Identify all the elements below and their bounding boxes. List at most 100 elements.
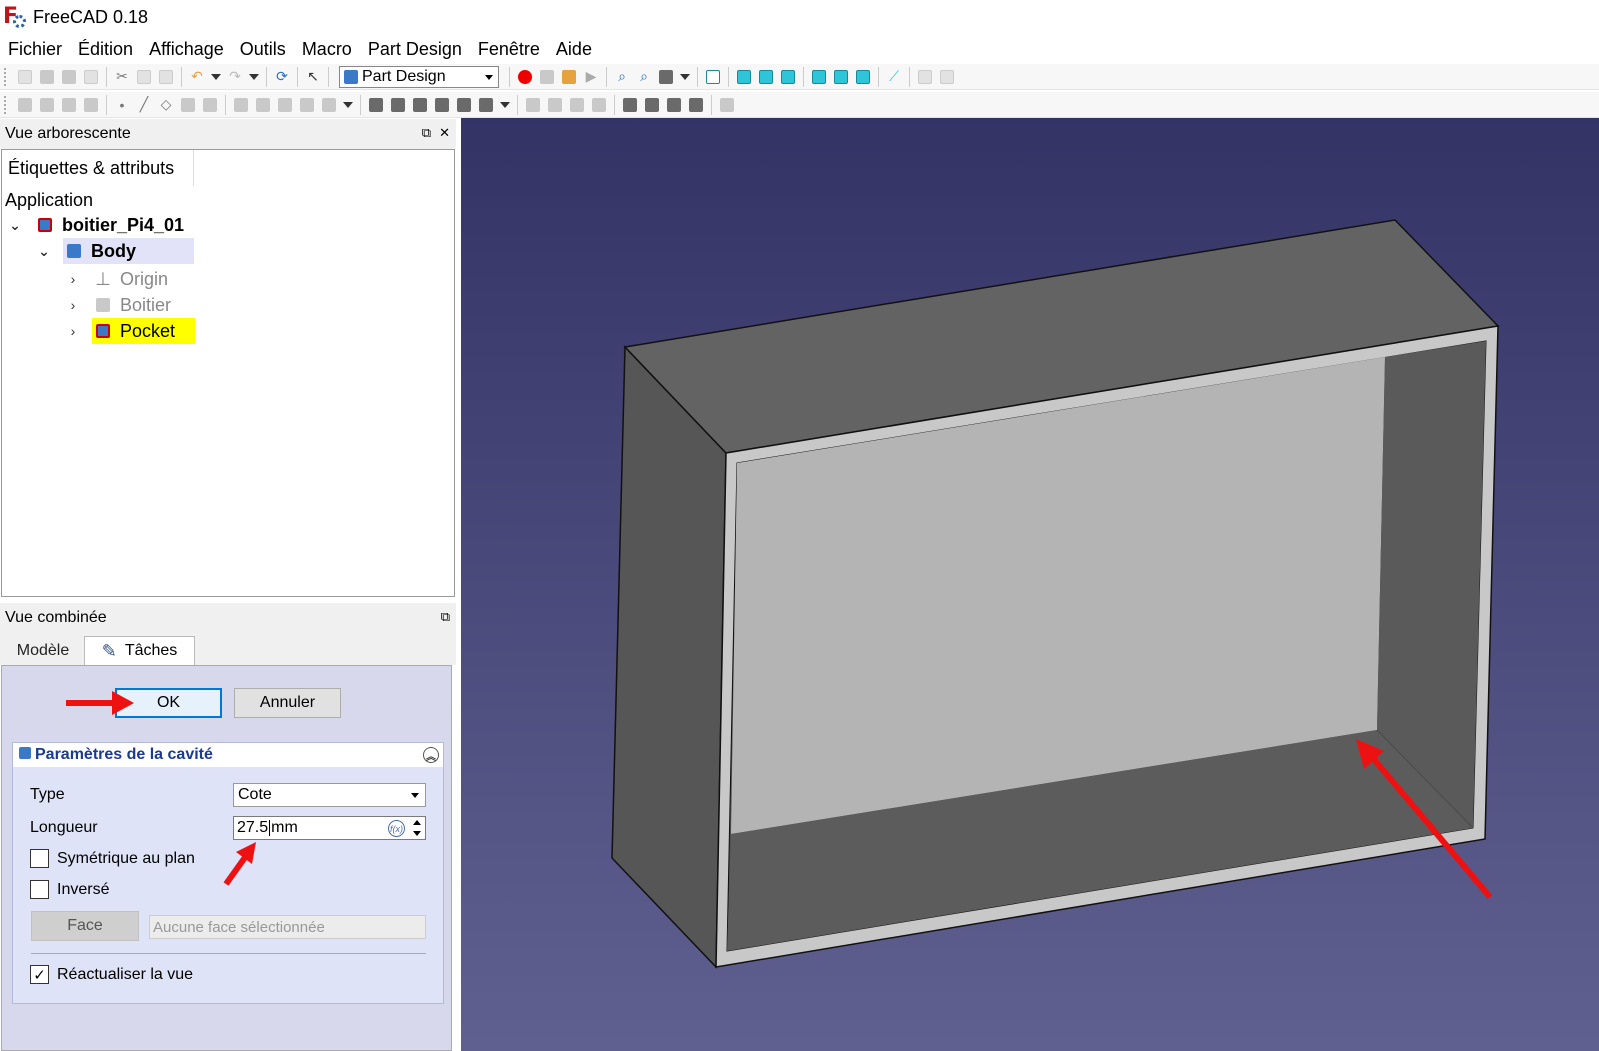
whats-this-icon[interactable]: ↖	[302, 66, 324, 88]
draft-icon[interactable]	[663, 94, 685, 116]
print-icon[interactable]	[80, 66, 102, 88]
mirrored-icon[interactable]	[522, 94, 544, 116]
chamfer-icon[interactable]	[641, 94, 663, 116]
tree-item-document[interactable]: ⌄ boitier_Pi4_01	[8, 212, 184, 238]
groove-icon[interactable]	[409, 94, 431, 116]
datum-line-icon[interactable]: ╱	[133, 94, 155, 116]
length-input[interactable]: 27.5 mm f(x)	[233, 816, 426, 840]
tab-tasks[interactable]: ✎ Tâches	[84, 636, 195, 665]
cancel-button[interactable]: Annuler	[234, 688, 341, 718]
create-part-icon[interactable]	[914, 66, 936, 88]
tree-item-origin[interactable]: › ⊥ Origin	[66, 266, 168, 292]
tab-model[interactable]: Modèle	[3, 636, 83, 665]
chevron-down-icon[interactable]: ⌄	[8, 217, 22, 234]
stepper-up-icon[interactable]	[413, 820, 421, 825]
redo-dropdown-icon[interactable]	[249, 73, 259, 80]
length-stepper[interactable]	[410, 818, 424, 838]
close-icon[interactable]: ✕	[439, 125, 450, 141]
stepper-down-icon[interactable]	[413, 831, 421, 836]
chevron-right-icon[interactable]: ›	[66, 271, 80, 287]
workbench-selector[interactable]: Part Design	[339, 65, 499, 88]
top-view-icon[interactable]	[755, 66, 777, 88]
linear-pattern-icon[interactable]	[544, 94, 566, 116]
pocket-icon[interactable]	[365, 94, 387, 116]
rear-view-icon[interactable]	[808, 66, 830, 88]
toolbar-grip[interactable]	[4, 67, 10, 86]
float-panel-icon[interactable]: ⧉	[441, 609, 450, 625]
draw-style-icon[interactable]	[655, 66, 677, 88]
float-panel-icon[interactable]: ⧉	[422, 125, 431, 141]
reversed-checkbox[interactable]: Inversé	[30, 880, 109, 899]
macro-edit-icon[interactable]	[558, 66, 580, 88]
chevron-right-icon[interactable]: ›	[66, 297, 80, 313]
copy-icon[interactable]	[133, 66, 155, 88]
menu-edition[interactable]: Édition	[70, 39, 141, 60]
menu-fichier[interactable]: Fichier	[0, 39, 70, 60]
additive-loft-icon[interactable]	[274, 94, 296, 116]
refresh-view-checkbox[interactable]: ✓ Réactualiser la vue	[30, 965, 193, 984]
face-button[interactable]: Face	[31, 911, 139, 941]
additive-primitive-dropdown-icon[interactable]	[343, 101, 353, 108]
fit-all-icon[interactable]: ⌕	[611, 66, 633, 88]
collapse-icon[interactable]: ︽	[423, 747, 439, 763]
revolution-icon[interactable]	[252, 94, 274, 116]
sub-shape-binder-icon[interactable]	[199, 94, 221, 116]
datum-plane-icon[interactable]: ◇	[155, 94, 177, 116]
draw-style-dropdown-icon[interactable]	[680, 73, 690, 80]
menu-outils[interactable]: Outils	[232, 39, 294, 60]
fit-selection-icon[interactable]: ⌕	[633, 66, 655, 88]
menu-fenetre[interactable]: Fenêtre	[470, 39, 548, 60]
multitransform-icon[interactable]	[588, 94, 610, 116]
menu-macro[interactable]: Macro	[294, 39, 360, 60]
fillet-icon[interactable]	[619, 94, 641, 116]
paste-icon[interactable]	[155, 66, 177, 88]
open-document-icon[interactable]	[36, 66, 58, 88]
subtractive-primitive-icon[interactable]	[475, 94, 497, 116]
pad-icon[interactable]	[230, 94, 252, 116]
chevron-right-icon[interactable]: ›	[66, 323, 80, 339]
subtractive-loft-icon[interactable]	[431, 94, 453, 116]
undo-icon[interactable]: ↶	[186, 66, 208, 88]
type-select[interactable]: Cote	[233, 783, 426, 807]
menu-part-design[interactable]: Part Design	[360, 39, 470, 60]
subtractive-pipe-icon[interactable]	[453, 94, 475, 116]
create-group-icon[interactable]	[936, 66, 958, 88]
create-body-icon[interactable]	[14, 94, 36, 116]
tree-item-pocket[interactable]: › Pocket	[66, 318, 196, 344]
toolbar-grip[interactable]	[4, 95, 10, 114]
new-document-icon[interactable]	[14, 66, 36, 88]
datum-point-icon[interactable]: •	[111, 94, 133, 116]
macro-run-icon[interactable]: ▶	[580, 66, 602, 88]
tree-item-body[interactable]: ⌄ Body	[37, 238, 194, 264]
3d-viewport[interactable]	[461, 118, 1599, 1051]
macro-stop-icon[interactable]	[536, 66, 558, 88]
group-header[interactable]: Paramètres de la cavité ︽	[13, 743, 443, 767]
validate-sketch-icon[interactable]	[58, 94, 80, 116]
bottom-view-icon[interactable]	[830, 66, 852, 88]
additive-primitive-icon[interactable]	[318, 94, 340, 116]
tree-item-boitier[interactable]: › Boitier	[66, 292, 171, 318]
isometric-view-icon[interactable]	[702, 66, 724, 88]
chevron-down-icon[interactable]: ⌄	[37, 243, 51, 260]
menu-aide[interactable]: Aide	[548, 39, 600, 60]
measure-distance-icon[interactable]: ⟋	[883, 66, 905, 88]
right-view-icon[interactable]	[777, 66, 799, 88]
expression-icon[interactable]: f(x)	[388, 820, 405, 837]
refresh-icon[interactable]: ⟳	[271, 66, 293, 88]
create-shape-binder-icon[interactable]	[80, 94, 102, 116]
tree-column-header[interactable]: Étiquettes & attributs	[2, 150, 194, 186]
undo-dropdown-icon[interactable]	[211, 73, 221, 80]
thickness-icon[interactable]	[685, 94, 707, 116]
save-icon[interactable]	[58, 66, 80, 88]
additive-pipe-icon[interactable]	[296, 94, 318, 116]
boolean-icon[interactable]	[716, 94, 738, 116]
left-view-icon[interactable]	[852, 66, 874, 88]
front-view-icon[interactable]	[733, 66, 755, 88]
cut-icon[interactable]: ✂	[111, 66, 133, 88]
local-coordinate-system-icon[interactable]	[177, 94, 199, 116]
subtractive-primitive-dropdown-icon[interactable]	[500, 101, 510, 108]
macro-record-icon[interactable]	[514, 66, 536, 88]
menu-affichage[interactable]: Affichage	[141, 39, 232, 60]
hole-icon[interactable]	[387, 94, 409, 116]
symmetric-checkbox[interactable]: Symétrique au plan	[30, 849, 195, 868]
